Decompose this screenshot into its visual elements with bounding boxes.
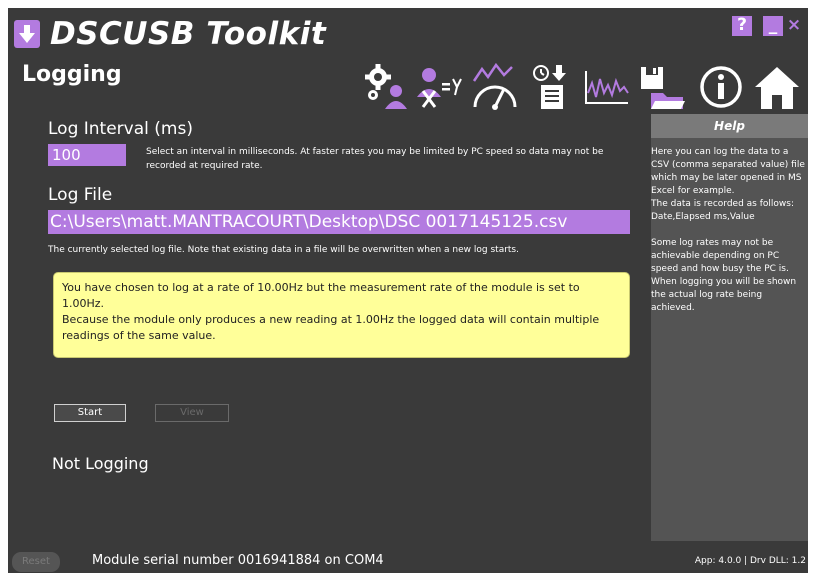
settings-user-icon — [365, 64, 407, 109]
logging-panel: Log Interval (ms) 100 Select an interval… — [8, 114, 648, 541]
status-bar: Reset Module serial number 0016941884 on… — [8, 551, 808, 573]
help-panel: Help Here you can log the data to a CSV … — [651, 114, 808, 541]
app-title: DSCUSB Toolkit — [50, 16, 327, 52]
reset-button[interactable]: Reset — [12, 552, 60, 572]
home-button[interactable] — [752, 63, 802, 111]
rate-warning-box: You have chosen to log at a rate of 10.0… — [53, 272, 630, 358]
close-window-button[interactable]: × — [784, 16, 804, 36]
graph-button[interactable] — [582, 63, 632, 111]
help-text: Here you can log the data to a CSV (comm… — [651, 147, 805, 313]
log-interval-label: Log Interval (ms) — [48, 119, 193, 139]
minimize-window-button[interactable]: _ — [763, 16, 783, 36]
help-window-button[interactable]: ? — [732, 16, 752, 36]
version-text: App: 4.0.0 | Drv DLL: 1.2 — [694, 556, 806, 566]
calibration-formula-icon — [417, 68, 462, 108]
log-interval-hint: Select an interval in milliseconds. At f… — [146, 147, 604, 171]
waveform-graph-icon — [585, 71, 629, 104]
timed-logging-button[interactable] — [525, 63, 575, 111]
save-folder-icon — [641, 67, 685, 109]
toolbar — [360, 63, 806, 111]
log-file-path-field[interactable]: C:\Users\matt.MANTRACOURT\Desktop\DSC 00… — [48, 210, 630, 234]
save-open-button[interactable] — [637, 63, 687, 111]
module-serial-text: Module serial number 0016941884 on COM4 — [92, 553, 384, 568]
log-file-label: Log File — [48, 185, 113, 205]
info-button[interactable] — [696, 63, 746, 111]
view-button[interactable]: View — [155, 404, 229, 422]
gauge-button[interactable] — [470, 63, 520, 111]
log-file-hint: The currently selected log file. Note th… — [48, 245, 519, 255]
gauge-chart-icon — [472, 63, 517, 110]
start-button[interactable]: Start — [54, 404, 126, 422]
info-icon — [700, 66, 742, 108]
calibration-button[interactable] — [415, 63, 465, 111]
log-interval-input[interactable]: 100 — [48, 144, 126, 166]
page-title: Logging — [22, 62, 122, 87]
timer-download-icon — [533, 65, 566, 109]
help-title: Help — [651, 114, 808, 138]
logging-status: Not Logging — [52, 454, 149, 473]
rate-warning-text: You have chosen to log at a rate of 10.0… — [62, 281, 600, 342]
app-window: DSCUSB Toolkit ? _ × Logging Log Interva… — [8, 8, 808, 573]
settings-button[interactable] — [360, 63, 410, 111]
app-logo-icon — [14, 20, 40, 48]
home-icon — [755, 67, 799, 109]
